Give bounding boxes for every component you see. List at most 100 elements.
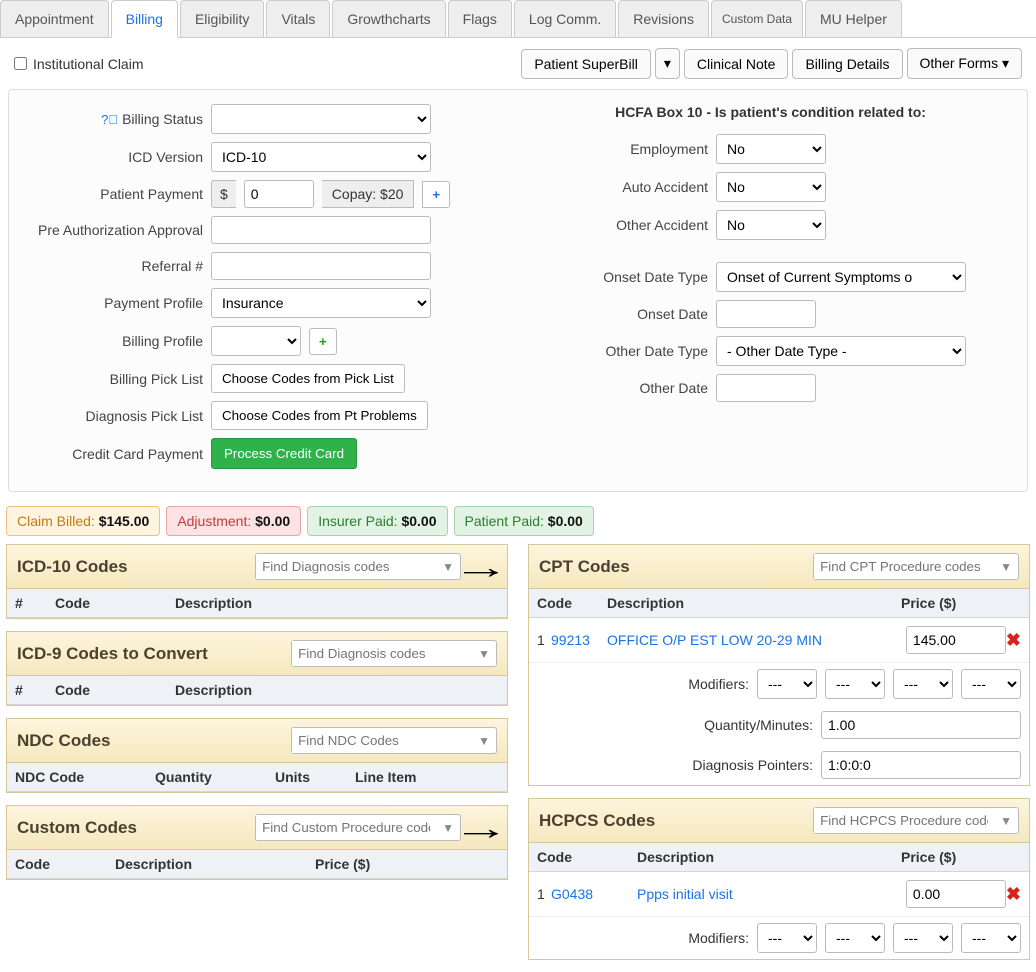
- other-date-type-select[interactable]: - Other Date Type -: [716, 336, 966, 366]
- referral-input[interactable]: [211, 252, 431, 280]
- patient-superbill-button[interactable]: Patient SuperBill: [521, 49, 651, 79]
- caret-down-icon: ▼: [472, 734, 496, 748]
- copay-label: Copay: $20: [322, 180, 415, 208]
- delete-icon[interactable]: ✖: [1006, 884, 1021, 905]
- diag-pick-label: Diagnosis Pick List: [23, 408, 203, 424]
- billing-pick-button[interactable]: Choose Codes from Pick List: [211, 364, 405, 393]
- billing-status-label: ?⃝Billing Status: [23, 111, 203, 127]
- icd10-box: ICD-10 Codes ▼ → #CodeDescription: [6, 544, 508, 619]
- cpt-price-input[interactable]: [906, 626, 1006, 654]
- tab-growthcharts[interactable]: Growthcharts: [332, 0, 445, 37]
- cpt-box: CPT Codes ▼ CodeDescriptionPrice ($) 1 9…: [528, 544, 1030, 786]
- ndc-search-input[interactable]: [292, 728, 472, 753]
- delete-icon[interactable]: ✖: [1006, 630, 1021, 651]
- add-billing-profile-button[interactable]: +: [309, 328, 337, 355]
- custom-title: Custom Codes: [17, 818, 137, 838]
- hcpcs-box: HCPCS Codes ▼ CodeDescriptionPrice ($) 1…: [528, 798, 1030, 960]
- summary-badges: Claim Billed: $145.00 Adjustment: $0.00 …: [0, 506, 1036, 544]
- adjustment-badge: Adjustment: $0.00: [166, 506, 301, 536]
- other-acc-label: Other Accident: [528, 217, 708, 233]
- onset-date-label: Onset Date: [528, 306, 708, 322]
- hcpcs-search[interactable]: ▼: [813, 807, 1019, 834]
- tab-appointment[interactable]: Appointment: [0, 0, 109, 37]
- onset-type-label: Onset Date Type: [528, 269, 708, 285]
- dp-label: Diagnosis Pointers:: [692, 757, 813, 773]
- cc-payment-label: Credit Card Payment: [23, 446, 203, 462]
- process-cc-button[interactable]: Process Credit Card: [211, 438, 357, 469]
- tab-logcomm[interactable]: Log Comm.: [514, 0, 616, 37]
- other-forms-button[interactable]: Other Forms ▾: [907, 48, 1023, 79]
- icd10-search[interactable]: ▼: [255, 553, 461, 580]
- employment-select[interactable]: No: [716, 134, 826, 164]
- institutional-claim-input[interactable]: [14, 57, 27, 70]
- payment-profile-select[interactable]: Insurance: [211, 288, 431, 318]
- billing-profile-select[interactable]: [211, 326, 301, 356]
- ndc-search[interactable]: ▼: [291, 727, 497, 754]
- tab-flags[interactable]: Flags: [448, 0, 512, 37]
- cpt-search-input[interactable]: [814, 554, 994, 579]
- tab-eligibility[interactable]: Eligibility: [180, 0, 264, 37]
- help-icon[interactable]: ?⃝: [101, 112, 118, 127]
- diag-pick-button[interactable]: Choose Codes from Pt Problems: [211, 401, 428, 430]
- other-date-label: Other Date: [528, 380, 708, 396]
- employment-label: Employment: [528, 141, 708, 157]
- institutional-claim-label: Institutional Claim: [33, 56, 144, 72]
- payment-profile-label: Payment Profile: [23, 295, 203, 311]
- custom-search[interactable]: ▼: [255, 814, 461, 841]
- add-payment-button[interactable]: +: [422, 181, 450, 208]
- mod4-select[interactable]: ---: [961, 669, 1021, 699]
- qty-label: Quantity/Minutes:: [704, 717, 813, 733]
- patient-superbill-dropdown[interactable]: ▾: [655, 48, 680, 79]
- cpt-desc-link[interactable]: OFFICE O/P EST LOW 20-29 MIN: [607, 632, 906, 648]
- icd10-search-input[interactable]: [256, 554, 436, 579]
- custom-box: Custom Codes ▼ → CodeDescriptionPrice ($…: [6, 805, 508, 880]
- mod1-select[interactable]: ---: [757, 669, 817, 699]
- tab-revisions[interactable]: Revisions: [618, 0, 709, 37]
- institutional-claim-checkbox[interactable]: Institutional Claim: [14, 56, 144, 72]
- ndc-box: NDC Codes ▼ NDC CodeQuantityUnitsLine It…: [6, 718, 508, 793]
- clinical-note-button[interactable]: Clinical Note: [684, 49, 789, 79]
- tab-billing[interactable]: Billing: [111, 0, 178, 38]
- onset-type-select[interactable]: Onset of Current Symptoms o: [716, 262, 966, 292]
- hmod4-select[interactable]: ---: [961, 923, 1021, 953]
- hcpcs-title: HCPCS Codes: [539, 811, 655, 831]
- icd-version-select[interactable]: ICD-10: [211, 142, 431, 172]
- onset-date-input[interactable]: [716, 300, 816, 328]
- mod3-select[interactable]: ---: [893, 669, 953, 699]
- hcpcs-code-link[interactable]: G0438: [551, 886, 637, 902]
- payment-input[interactable]: [244, 180, 314, 208]
- mod2-select[interactable]: ---: [825, 669, 885, 699]
- billing-details-button[interactable]: Billing Details: [792, 49, 902, 79]
- custom-search-input[interactable]: [256, 815, 436, 840]
- other-acc-select[interactable]: No: [716, 210, 826, 240]
- codes-grid: ICD-10 Codes ▼ → #CodeDescription ICD-9 …: [0, 544, 1036, 972]
- other-date-input[interactable]: [716, 374, 816, 402]
- cpt-code-link[interactable]: 99213: [551, 632, 607, 648]
- dp-input[interactable]: [821, 751, 1021, 779]
- hmod1-select[interactable]: ---: [757, 923, 817, 953]
- icd-version-label: ICD Version: [23, 149, 203, 165]
- qty-input[interactable]: [821, 711, 1021, 739]
- tab-customdata[interactable]: Custom Data: [711, 0, 803, 37]
- hcpcs-desc-link[interactable]: Ppps initial visit: [637, 886, 906, 902]
- top-buttons: Patient SuperBill ▾ Clinical Note Billin…: [521, 48, 1022, 79]
- other-date-type-label: Other Date Type: [528, 343, 708, 359]
- tab-vitals[interactable]: Vitals: [266, 0, 330, 37]
- insurer-paid-badge: Insurer Paid: $0.00: [307, 506, 447, 536]
- left-column: ?⃝Billing Status ICD Version ICD-10 Pati…: [23, 104, 508, 477]
- hcpcs-search-input[interactable]: [814, 808, 994, 833]
- hmod2-select[interactable]: ---: [825, 923, 885, 953]
- referral-label: Referral #: [23, 258, 203, 274]
- hmod3-select[interactable]: ---: [893, 923, 953, 953]
- icd9-search-input[interactable]: [292, 641, 472, 666]
- billing-profile-label: Billing Profile: [23, 333, 203, 349]
- hcpcs-price-input[interactable]: [906, 880, 1006, 908]
- tab-muhelper[interactable]: MU Helper: [805, 0, 902, 37]
- icd9-search[interactable]: ▼: [291, 640, 497, 667]
- auto-select[interactable]: No: [716, 172, 826, 202]
- billing-status-select[interactable]: [211, 104, 431, 134]
- claim-billed-badge: Claim Billed: $145.00: [6, 506, 160, 536]
- cpt-search[interactable]: ▼: [813, 553, 1019, 580]
- pre-auth-input[interactable]: [211, 216, 431, 244]
- ndc-title: NDC Codes: [17, 731, 111, 751]
